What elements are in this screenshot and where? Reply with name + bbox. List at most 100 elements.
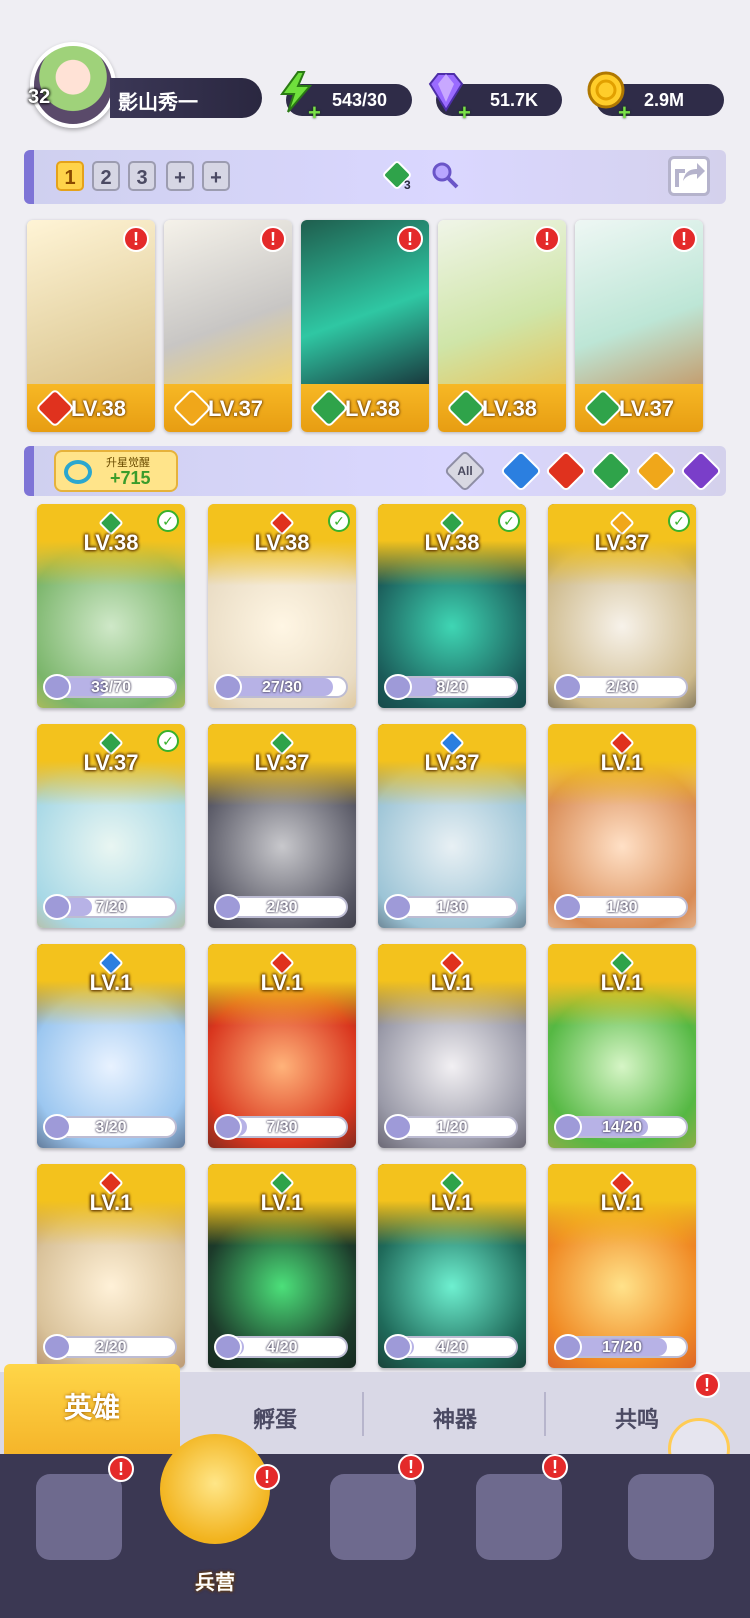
gems-resource[interactable]: + 51.7K	[428, 73, 562, 125]
hero-card[interactable]: LV.37 2/30	[208, 724, 356, 928]
nav-alert-icon: !	[254, 1464, 280, 1490]
nav-wizard[interactable]	[628, 1474, 714, 1574]
featured-hero-card[interactable]: LV.38!	[438, 220, 566, 432]
featured-alert-icon: !	[397, 226, 423, 252]
hero-level: LV.1	[260, 970, 304, 995]
shard-progress-text: 7/20	[95, 899, 127, 916]
check-icon: ✓	[498, 510, 520, 532]
bottom-navigation: ! 兵营 ! ! !	[0, 1434, 750, 1618]
shard-progress-text: 1/20	[436, 1119, 468, 1136]
hero-card[interactable]: LV.38 ✓ 8/20	[378, 504, 526, 708]
check-icon: ✓	[157, 510, 179, 532]
top-header: 32 影山秀一 + 543/30 + 51.7K + 2.9M	[0, 0, 750, 140]
shard-progress-text: 2/30	[606, 679, 638, 696]
hero-card[interactable]: LV.38 ✓ 27/30	[208, 504, 356, 708]
featured-hero-card[interactable]: LV.38!	[27, 220, 155, 432]
check-icon: ✓	[328, 510, 350, 532]
hero-card[interactable]: LV.38 ✓ 33/70	[37, 504, 185, 708]
awaken-button[interactable]: 升星觉醒 +715	[54, 450, 178, 492]
shard-progress-bar: 4/20	[214, 1334, 348, 1360]
shard-progress-bar: 17/20	[554, 1334, 688, 1360]
magnifier-icon[interactable]	[430, 160, 460, 190]
shard-progress-text: 27/30	[261, 679, 303, 696]
filter-light-button[interactable]	[634, 449, 678, 493]
gold-value: 2.9M	[644, 90, 685, 110]
share-button[interactable]	[668, 156, 710, 196]
awaken-value: +715	[110, 468, 151, 488]
hero-card[interactable]: LV.1 4/20	[208, 1164, 356, 1368]
gold-resource[interactable]: + 2.9M	[587, 71, 724, 125]
hero-level: LV.1	[600, 750, 644, 775]
hero-card[interactable]: LV.37 ✓ 2/30	[548, 504, 696, 708]
hero-card[interactable]: LV.1 1/30	[548, 724, 696, 928]
nav-barracks[interactable]: 兵营 !	[160, 1434, 280, 1594]
player-name[interactable]: 影山秀一	[110, 78, 262, 118]
tab-divider	[362, 1392, 364, 1436]
nav-cards[interactable]: !	[36, 1456, 134, 1574]
hero-card[interactable]: LV.1 3/20	[37, 944, 185, 1148]
team-element-indicator[interactable]: 3	[382, 160, 412, 192]
featured-hero-card[interactable]: LV.38!	[301, 220, 429, 432]
shard-progress-bar: 1/20	[384, 1114, 518, 1140]
team-slot-2[interactable]: 2	[92, 161, 120, 191]
hero-level: LV.37	[424, 750, 480, 775]
tab-artifact[interactable]: 神器	[370, 1372, 540, 1454]
filter-all-button[interactable]: All	[443, 449, 487, 493]
tab-heroes[interactable]: 英雄	[4, 1364, 180, 1454]
featured-alert-icon: !	[671, 226, 697, 252]
shard-progress-text: 2/20	[95, 1339, 127, 1356]
filter-fire-button[interactable]	[544, 449, 588, 493]
hero-level: LV.38	[424, 530, 480, 555]
tab-divider	[544, 1392, 546, 1436]
featured-alert-icon: !	[260, 226, 286, 252]
energy-plus-icon[interactable]: +	[308, 100, 321, 126]
shard-progress-bar: 33/70	[43, 674, 177, 700]
hero-card[interactable]: LV.1 1/20	[378, 944, 526, 1148]
filter-dark-button[interactable]	[679, 449, 723, 493]
hero-level: LV.38	[83, 530, 139, 555]
featured-hero-card[interactable]: LV.37!	[164, 220, 292, 432]
barracks-shield-icon	[160, 1434, 270, 1544]
shard-progress-text: 33/70	[90, 679, 132, 696]
nav-temple[interactable]: !	[476, 1454, 568, 1574]
gold-plus-icon[interactable]: +	[618, 100, 631, 126]
team-selector-bar: 1 2 3 + + 3	[24, 150, 726, 204]
hero-level: LV.37	[594, 530, 650, 555]
hero-level: LV.37	[83, 750, 139, 775]
featured-hero-card[interactable]: LV.37!	[575, 220, 703, 432]
nav-alert-icon: !	[542, 1454, 568, 1480]
featured-alert-icon: !	[123, 226, 149, 252]
player-level: 32	[28, 86, 51, 108]
hero-card[interactable]: LV.1 4/20	[378, 1164, 526, 1368]
team-slot-1[interactable]: 1	[56, 161, 84, 191]
hero-level: LV.1	[89, 970, 133, 995]
hero-card[interactable]: LV.1 14/20	[548, 944, 696, 1148]
team-slot-add-1[interactable]: +	[166, 161, 194, 191]
share-icon	[675, 163, 705, 187]
key-icon	[64, 460, 92, 484]
shard-progress-bar: 8/20	[384, 674, 518, 700]
filter-all-label: All	[457, 464, 473, 478]
filter-water-button[interactable]	[499, 449, 543, 493]
shard-progress-bar: 2/20	[43, 1334, 177, 1360]
hero-card[interactable]: LV.1 17/20	[548, 1164, 696, 1368]
team-slot-3[interactable]: 3	[128, 161, 156, 191]
shard-progress-text: 8/20	[436, 679, 468, 696]
nav-map[interactable]: !	[330, 1454, 424, 1574]
hero-filter-bar: 升星觉醒 +715 All	[24, 446, 726, 496]
hero-card[interactable]: LV.1 2/20	[37, 1164, 185, 1368]
featured-alert-icon: !	[534, 226, 560, 252]
filter-nature-button[interactable]	[589, 449, 633, 493]
hero-card[interactable]: LV.1 7/30	[208, 944, 356, 1148]
hero-level: LV.1	[430, 1190, 474, 1215]
temple-icon	[476, 1474, 562, 1560]
gems-plus-icon[interactable]: +	[458, 100, 471, 126]
hero-card[interactable]: LV.37 ✓ 7/20	[37, 724, 185, 928]
sparkle-alert-icon: !	[694, 1372, 720, 1398]
hero-level: LV.38	[254, 530, 310, 555]
hero-card[interactable]: LV.37 1/30	[378, 724, 526, 928]
hero-level: LV.1	[260, 1190, 304, 1215]
shard-progress-bar: 7/30	[214, 1114, 348, 1140]
energy-resource[interactable]: + 543/30	[280, 71, 412, 125]
team-slot-add-2[interactable]: +	[202, 161, 230, 191]
